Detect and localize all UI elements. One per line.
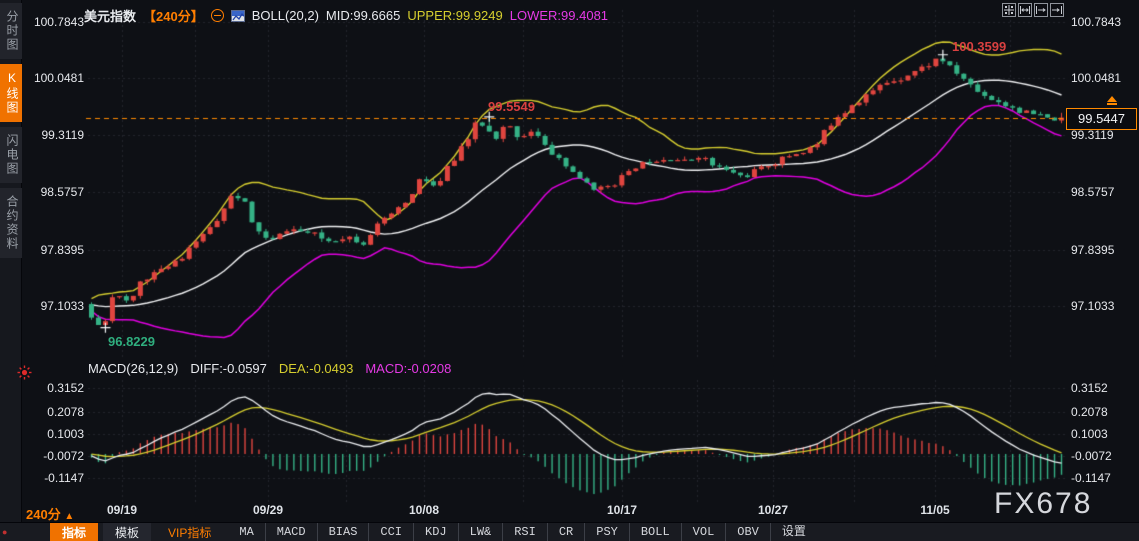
y-axis-label-right: 100.0481	[1071, 71, 1122, 85]
y-axis-label-left: 100.0481	[33, 71, 84, 85]
symbol-name: 美元指数	[84, 9, 137, 24]
sidebar: 分时图 K线图闪电图合约资料	[0, 0, 22, 522]
macd-axis-label-right: 0.2078	[1071, 405, 1108, 419]
y-axis-label-left: 98.5757	[40, 185, 84, 199]
y-axis-label-right: 97.1033	[1071, 299, 1115, 313]
corner-alert-icon: ●	[2, 527, 8, 537]
y-axis-label-right: 98.5757	[1071, 185, 1115, 199]
y-axis-label-left: 97.8395	[40, 243, 84, 257]
toolbar-indicator-obv[interactable]: OBV	[725, 523, 770, 541]
y-axis-label-right: 99.3119	[1071, 128, 1114, 142]
alarm-icon[interactable]	[17, 365, 32, 385]
crosshair-icon-button[interactable]	[1002, 3, 1016, 17]
toolbar-indicator-cr[interactable]: CR	[546, 523, 584, 541]
macd-diff-value: DIFF:-0.0597	[190, 361, 267, 376]
marked-high-label-2: 100.3599	[952, 39, 1007, 54]
trading-terminal: 分时图 K线图闪电图合约资料 美元指数 【240分】 BOLL(20,2) MID…	[0, 0, 1139, 541]
macd-axis-label-right: 0.3152	[1071, 381, 1108, 395]
toolbar-indicator-psy[interactable]: PSY	[584, 523, 629, 541]
y-axis-label-left: 99.3119	[41, 128, 85, 142]
toolbar-indicator-macd[interactable]: MACD	[264, 523, 317, 541]
sidebar-tab-1[interactable]: 分时图	[0, 3, 22, 59]
macd-params-label: MACD(26,12,9)	[88, 361, 179, 376]
sidebar-tab-4[interactable]: 合约资料	[0, 188, 22, 258]
macd-axis-label-right: 0.1003	[1071, 427, 1108, 441]
toolbar-indicator-ma[interactable]: MA	[228, 523, 264, 541]
x-axis-date-label: 10/17	[606, 503, 638, 517]
chart-tool-buttons	[1002, 3, 1064, 17]
x-axis-date-label: 10/27	[757, 503, 789, 517]
y-axis-label-right: 100.7843	[1071, 15, 1122, 29]
toolbar-indicator-cci[interactable]: CCI	[368, 523, 413, 541]
sidebar-tab-3[interactable]: 闪电图	[0, 127, 22, 183]
period-tag[interactable]: 【240分】	[143, 6, 204, 25]
macd-dea-value: DEA:-0.0493	[278, 361, 354, 376]
toolbar-tab-2[interactable]: 模板	[103, 522, 152, 541]
boll-upper-value: UPPER:99.9249	[407, 8, 503, 23]
indicator-toolbar: ● 指标 模板 VIP指标 MA MACD BIAS CCI KDJ LW& RSI CR PSY B…	[0, 522, 1139, 541]
macd-macd-value: MACD:-0.0208	[365, 361, 452, 376]
chart-header: 美元指数 【240分】 BOLL(20,2) MID:99.6665 UPPER…	[84, 6, 608, 25]
marked-low-label: 96.8229	[108, 334, 155, 349]
collapse-icon[interactable]	[210, 9, 224, 22]
toolbar-indicator-bias[interactable]: BIAS	[316, 523, 369, 541]
chart-canvas[interactable]	[0, 0, 1139, 522]
macd-axis-label-left: -0.0072	[43, 449, 84, 463]
toolbar-indicator-kdj[interactable]: KDJ	[413, 523, 458, 541]
macd-axis-label-left: -0.1147	[44, 471, 84, 485]
caret-up-icon: ▲	[64, 511, 75, 522]
x-axis-date-label: 11/05	[920, 503, 950, 517]
macd-axis-label-left: 0.3152	[47, 381, 84, 395]
macd-header: MACD(26,12,9) DIFF:-0.0597 DEA:-0.0493 M…	[88, 361, 451, 376]
period-selector-label: 240分	[26, 507, 61, 522]
boll-label: BOLL(20,2)	[251, 8, 319, 23]
boll-lower-value: LOWER:99.4081	[509, 8, 609, 23]
expand-x-icon-button[interactable]	[1034, 3, 1048, 17]
y-axis-label-right: 97.8395	[1071, 243, 1115, 257]
toolbar-indicator-设置[interactable]: 设置	[769, 523, 817, 541]
marked-high-label: 99.5549	[488, 99, 535, 114]
toolbar-tab-3[interactable]: VIP指标	[156, 523, 223, 541]
toolbar-tab-1[interactable]: 指标	[50, 522, 99, 541]
toolbar-indicator-boll[interactable]: BOLL	[628, 523, 681, 541]
watermark: FX678	[994, 487, 1093, 520]
last-price-box: 99.5447	[1066, 108, 1137, 130]
x-axis-date-label: 09/29	[252, 503, 284, 517]
macd-axis-label-right: -0.1147	[1071, 471, 1111, 485]
chart-type-icon[interactable]	[230, 9, 245, 22]
toolbar-indicator-rsi[interactable]: RSI	[502, 523, 547, 541]
toolbar-indicator-vol[interactable]: VOL	[680, 523, 726, 541]
y-axis-label-left: 100.7843	[33, 15, 84, 29]
x-axis-date-label: 10/08	[408, 503, 440, 517]
macd-axis-label-right: -0.0072	[1071, 449, 1112, 463]
sidebar-tab-2[interactable]: K线图	[0, 64, 22, 122]
compress-x-icon-button[interactable]	[1018, 3, 1032, 17]
pan-right-icon-button[interactable]	[1050, 3, 1064, 17]
macd-axis-label-left: 0.1003	[47, 427, 84, 441]
y-axis-label-left: 97.1033	[40, 299, 84, 313]
period-selector[interactable]: 240分 ▲	[26, 504, 74, 523]
x-axis-date-label: 09/19	[106, 503, 138, 517]
boll-mid-value: MID:99.6665	[325, 8, 401, 23]
price-marker-icon	[1106, 96, 1118, 106]
toolbar-indicator-lw&[interactable]: LW&	[457, 523, 503, 541]
macd-axis-label-left: 0.2078	[47, 405, 84, 419]
